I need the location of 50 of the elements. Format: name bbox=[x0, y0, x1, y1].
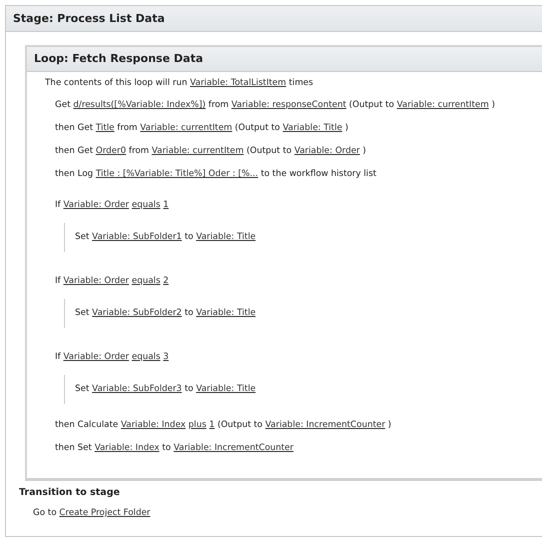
action-sentence: Set Variable: SubFolder2 to Variable: Title bbox=[75, 308, 257, 318]
variable-link[interactable]: Variable: TotalListItem bbox=[190, 78, 286, 88]
variable-link[interactable]: Variable: Title bbox=[196, 384, 256, 394]
variable-link[interactable]: 1 bbox=[163, 200, 169, 210]
variable-link[interactable]: Variable: SubFolder2 bbox=[92, 308, 182, 318]
variable-link[interactable]: Create Project Folder bbox=[59, 508, 150, 518]
action-sentence: then Set Variable: Index to Variable: IncrementCounter bbox=[55, 443, 294, 453]
stage-title: Stage: Process List Data bbox=[6, 6, 542, 32]
action-sentence: then Log Title : [%Variable: Title%] Oder : [%... to the workflow history list bbox=[55, 169, 378, 179]
variable-link[interactable]: equals bbox=[132, 352, 160, 362]
variable-link[interactable]: Variable: IncrementCounter bbox=[265, 420, 386, 430]
loop-title: Loop: Fetch Response Data bbox=[27, 47, 542, 72]
variable-link[interactable]: 3 bbox=[163, 352, 169, 362]
action-sentence: then Calculate Variable: Index plus 1 (Output to Variable: IncrementCounter ) bbox=[55, 420, 392, 430]
variable-link[interactable]: Variable: Order bbox=[63, 200, 129, 210]
action-sentence: Set Variable: SubFolder3 to Variable: Title bbox=[75, 384, 257, 394]
variable-link[interactable]: equals bbox=[132, 200, 160, 210]
variable-link[interactable]: Title : [%Variable: Title%] Oder : [%... bbox=[96, 169, 258, 179]
variable-link[interactable]: Variable: Index bbox=[120, 420, 186, 430]
variable-link[interactable]: Variable: Title bbox=[196, 308, 256, 318]
variable-link[interactable]: Order0 bbox=[96, 146, 126, 156]
variable-link[interactable]: Variable: currentItem bbox=[152, 146, 244, 156]
action-sentence: then Get Title from Variable: currentItem (Output to Variable: Title ) bbox=[55, 123, 350, 133]
variable-link[interactable]: Variable: currentItem bbox=[140, 123, 232, 133]
variable-link[interactable]: Title bbox=[96, 123, 114, 133]
variable-link[interactable]: d/results([%Variable: Index%]) bbox=[73, 100, 206, 110]
condition-sentence: If Variable: Order equals 1 bbox=[55, 200, 170, 210]
action-sentence: Get d/results([%Variable: Index%]) from Variable: responseContent (Output to Variable: currentItem ) bbox=[55, 100, 496, 110]
variable-link[interactable]: Variable: Order bbox=[63, 276, 129, 286]
variable-link[interactable]: Variable: Title bbox=[196, 232, 256, 242]
variable-link[interactable]: 1 bbox=[209, 420, 215, 430]
action-sentence: then Get Order0 from Variable: currentItem (Output to Variable: Order ) bbox=[55, 146, 368, 156]
variable-link[interactable]: Variable: SubFolder1 bbox=[92, 232, 182, 242]
variable-link[interactable]: Variable: Order bbox=[63, 352, 129, 362]
variable-link[interactable]: Variable: Title bbox=[282, 123, 342, 133]
variable-link[interactable]: Variable: IncrementCounter bbox=[174, 443, 294, 453]
condition-sentence: If Variable: Order equals 2 bbox=[55, 276, 170, 286]
transition-sentence: Go to Create Project Folder bbox=[32, 507, 152, 518]
variable-link[interactable]: Variable: Index bbox=[94, 443, 160, 453]
variable-link[interactable]: Variable: responseContent bbox=[231, 100, 346, 110]
variable-link[interactable]: equals bbox=[132, 276, 160, 286]
variable-link[interactable]: plus bbox=[188, 420, 206, 430]
variable-link[interactable]: Variable: currentItem bbox=[396, 100, 489, 110]
condition-sentence: If Variable: Order equals 3 bbox=[55, 352, 170, 362]
transition-title: Transition to stage bbox=[18, 486, 121, 498]
variable-link[interactable]: Variable: SubFolder3 bbox=[92, 384, 182, 394]
variable-link[interactable]: 2 bbox=[163, 276, 169, 286]
variable-link[interactable]: Variable: Order bbox=[294, 146, 360, 156]
action-sentence: Set Variable: SubFolder1 to Variable: Title bbox=[75, 232, 257, 242]
loop-description: The contents of this loop will run Variable: TotalListItem times bbox=[45, 78, 314, 88]
